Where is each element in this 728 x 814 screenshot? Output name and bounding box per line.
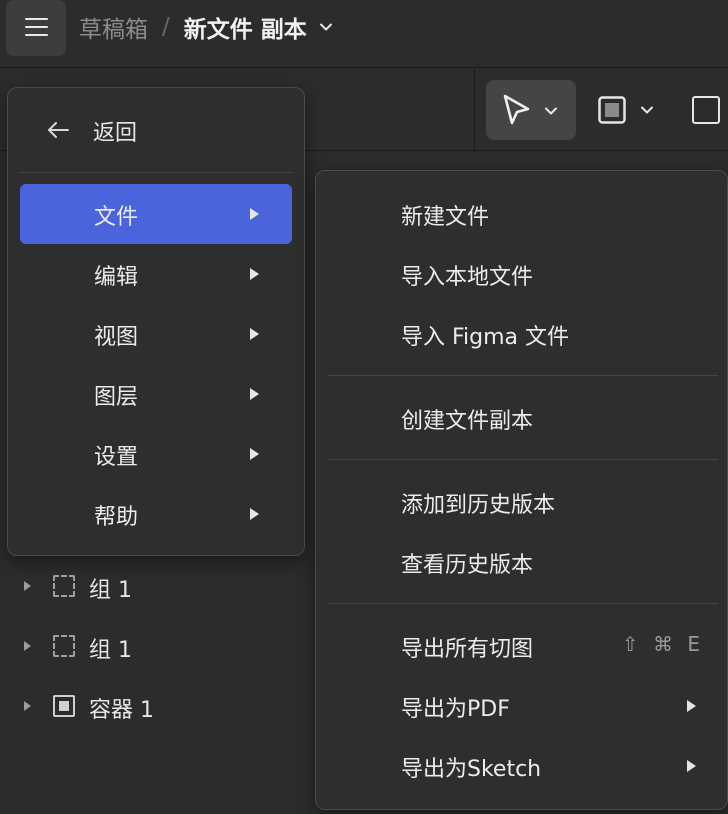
menu-item-layers[interactable]: 图层 bbox=[20, 364, 292, 424]
import-figma-file-item[interactable]: 导入 Figma 文件 bbox=[328, 304, 718, 364]
menu-divider bbox=[20, 172, 292, 173]
menu-item-label: 视图 bbox=[94, 325, 139, 350]
move-tool-button[interactable] bbox=[486, 80, 576, 140]
submenu-arrow-icon bbox=[250, 388, 259, 400]
submenu-item-label: 查看历史版本 bbox=[401, 553, 534, 578]
menu-item-view[interactable]: 视图 bbox=[20, 304, 292, 364]
layer-name: 容器 1 bbox=[89, 698, 154, 723]
duplicate-file-item[interactable]: 创建文件副本 bbox=[328, 388, 718, 448]
submenu-item-label: 导入本地文件 bbox=[401, 265, 534, 290]
submenu-item-label: 导出为Sketch bbox=[401, 757, 542, 782]
breadcrumb-drafts[interactable]: 草稿箱 bbox=[79, 10, 148, 44]
submenu-arrow-icon bbox=[687, 760, 696, 772]
frame-icon bbox=[598, 96, 626, 124]
submenu-arrow-icon bbox=[250, 268, 259, 280]
submenu-item-label: 导出所有切图 bbox=[401, 637, 534, 662]
frame-tool-button[interactable] bbox=[590, 88, 660, 132]
submenu-item-label: 新建文件 bbox=[401, 205, 490, 230]
file-submenu: 新建文件 导入本地文件 导入 Figma 文件 创建文件副本 添加到历史版本 查… bbox=[315, 170, 728, 810]
chevron-down-icon[interactable] bbox=[319, 20, 333, 34]
submenu-divider bbox=[328, 603, 718, 604]
menu-item-settings[interactable]: 设置 bbox=[20, 424, 292, 484]
menu-item-label: 文件 bbox=[94, 205, 139, 230]
expand-caret-icon[interactable] bbox=[24, 701, 31, 711]
layer-row[interactable]: 容器 1 bbox=[0, 676, 320, 736]
frame-icon bbox=[53, 695, 75, 717]
new-file-item[interactable]: 新建文件 bbox=[328, 184, 718, 244]
menu-item-label: 编辑 bbox=[94, 265, 139, 290]
group-icon bbox=[53, 575, 75, 597]
hamburger-line bbox=[25, 18, 48, 20]
layer-row[interactable]: 组 1 bbox=[0, 556, 320, 616]
export-pdf-item[interactable]: 导出为PDF bbox=[328, 676, 718, 736]
submenu-arrow-icon bbox=[250, 508, 259, 520]
menu-item-edit[interactable]: 编辑 bbox=[20, 244, 292, 304]
menu-item-label: 帮助 bbox=[94, 505, 139, 530]
submenu-divider bbox=[328, 375, 718, 376]
main-menu: 返回 文件 编辑 视图 图层 设置 帮助 bbox=[7, 87, 305, 556]
file-title[interactable]: 新文件 副本 bbox=[184, 10, 307, 44]
chevron-down-icon bbox=[545, 107, 557, 115]
group-icon bbox=[53, 635, 75, 657]
hamburger-line bbox=[25, 34, 48, 36]
keyboard-shortcut: ⇧ ⌘ E bbox=[621, 632, 704, 656]
submenu-item-label: 导出为PDF bbox=[401, 697, 510, 722]
top-bar: 草稿箱 / 新文件 副本 bbox=[0, 0, 728, 68]
menu-item-label: 图层 bbox=[94, 385, 139, 410]
export-sketch-item[interactable]: 导出为Sketch bbox=[328, 736, 718, 796]
layer-row[interactable]: 组 1 bbox=[0, 616, 320, 676]
pointer-icon bbox=[503, 94, 530, 125]
menu-item-file[interactable]: 文件 bbox=[20, 184, 292, 244]
expand-caret-icon[interactable] bbox=[24, 581, 31, 591]
expand-caret-icon[interactable] bbox=[24, 641, 31, 651]
submenu-item-label: 添加到历史版本 bbox=[401, 493, 556, 518]
layer-name: 组 1 bbox=[89, 578, 132, 603]
submenu-arrow-icon bbox=[687, 700, 696, 712]
submenu-divider bbox=[328, 459, 718, 460]
import-local-file-item[interactable]: 导入本地文件 bbox=[328, 244, 718, 304]
breadcrumb: 草稿箱 / 新文件 副本 bbox=[79, 10, 333, 44]
add-to-history-item[interactable]: 添加到历史版本 bbox=[328, 472, 718, 532]
view-history-item[interactable]: 查看历史版本 bbox=[328, 532, 718, 592]
rectangle-tool-button[interactable] bbox=[692, 96, 720, 124]
submenu-arrow-icon bbox=[250, 208, 259, 220]
layer-name: 组 1 bbox=[89, 638, 132, 663]
submenu-item-label: 创建文件副本 bbox=[401, 409, 534, 434]
submenu-item-label: 导入 Figma 文件 bbox=[401, 325, 570, 350]
breadcrumb-separator: / bbox=[162, 14, 170, 40]
menu-item-help[interactable]: 帮助 bbox=[20, 484, 292, 544]
hamburger-menu-button[interactable] bbox=[6, 0, 66, 56]
back-label: 返回 bbox=[93, 121, 138, 146]
submenu-arrow-icon bbox=[250, 328, 259, 340]
submenu-arrow-icon bbox=[250, 448, 259, 460]
export-all-slices-item[interactable]: 导出所有切图 ⇧ ⌘ E bbox=[328, 616, 718, 676]
menu-item-label: 设置 bbox=[94, 445, 139, 470]
hamburger-line bbox=[25, 26, 48, 28]
arrow-left-icon bbox=[48, 122, 69, 138]
back-menu-item[interactable]: 返回 bbox=[8, 88, 304, 172]
chevron-down-icon bbox=[641, 106, 653, 114]
